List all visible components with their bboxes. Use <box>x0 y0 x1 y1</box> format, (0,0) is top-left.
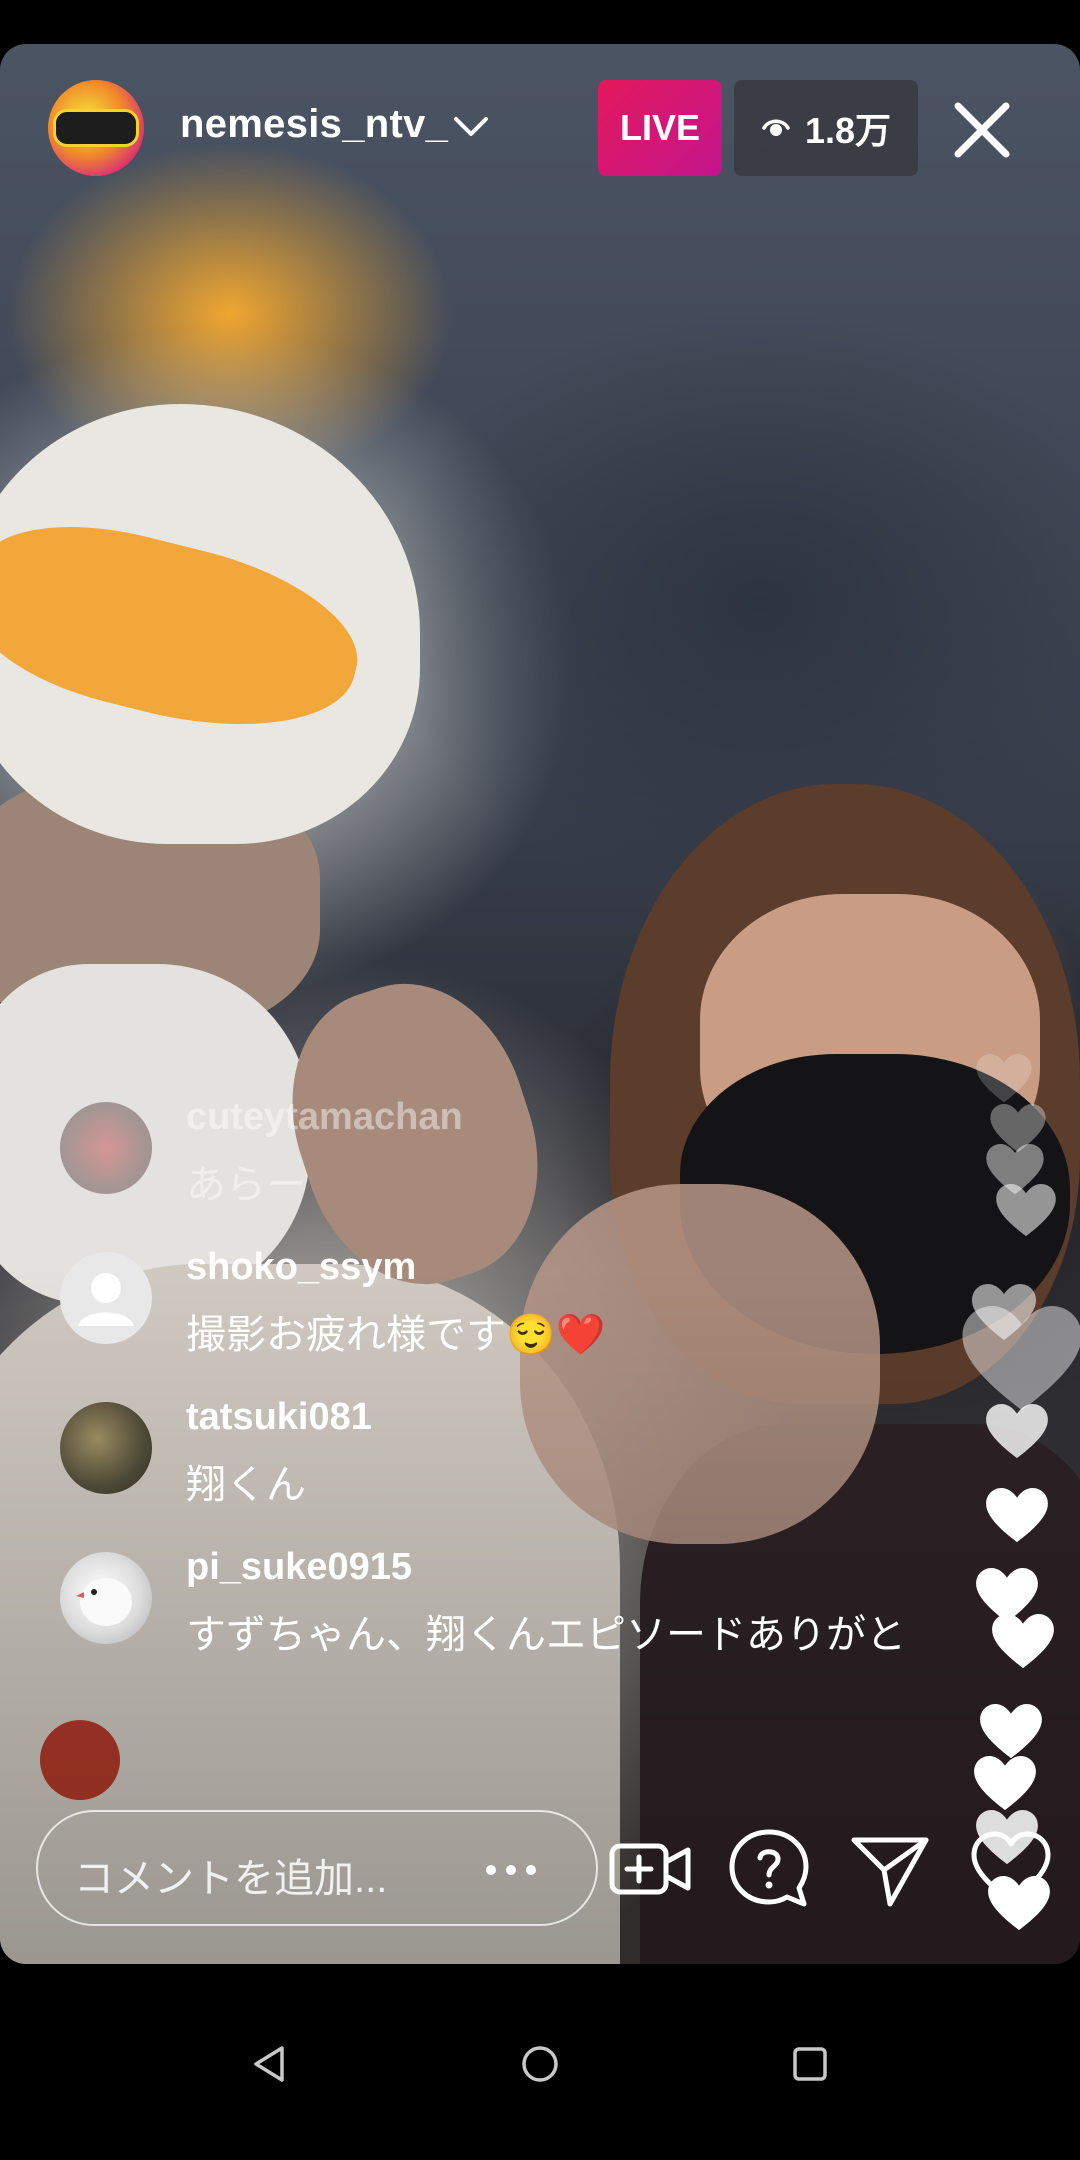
home-circle-icon[interactable] <box>518 2042 562 2086</box>
comment-text: 撮影お疲れ様です😌❤️ <box>186 1313 606 1357</box>
floating-heart-icon <box>962 1306 1080 1411</box>
commenter-avatar[interactable] <box>60 1252 152 1344</box>
floating-heart-icon <box>974 1756 1036 1811</box>
status-bar <box>0 0 1080 44</box>
broadcaster-username[interactable]: nemesis_ntv_ <box>180 102 448 147</box>
comment-text: あらー <box>186 1163 306 1207</box>
viewer-count: 1.8万 <box>804 110 892 151</box>
floating-heart-icon <box>976 1054 1032 1103</box>
commenter-avatar[interactable] <box>60 1102 152 1194</box>
comment-input[interactable]: コメントを追加... <box>36 1810 598 1926</box>
eye-icon <box>762 119 790 136</box>
commenter-username[interactable]: cuteytamachan <box>186 1096 463 1139</box>
send-icon[interactable] <box>844 1824 934 1914</box>
heart-icon[interactable] <box>966 1824 1056 1914</box>
question-icon[interactable] <box>724 1824 814 1914</box>
comment-text: すずちゃん、翔くんエピソードありがと <box>186 1613 906 1657</box>
live-header: nemesis_ntv_ LIVE 1.8万 <box>0 44 1080 214</box>
floating-heart-icon <box>980 1704 1042 1759</box>
add-video-icon[interactable] <box>606 1824 696 1914</box>
back-triangle-icon[interactable] <box>248 2042 292 2086</box>
bird-avatar-icon <box>76 1578 132 1626</box>
floating-heart-icon <box>986 1488 1048 1543</box>
more-options-icon[interactable] <box>466 1840 556 1900</box>
commenter-username[interactable]: shoko_ssym <box>186 1246 416 1289</box>
commenter-username[interactable]: pi_suke0915 <box>186 1546 412 1589</box>
comment-input-placeholder: コメントを追加... <box>74 1857 388 1901</box>
live-video: nemesis_ntv_ LIVE 1.8万 cuteytamachan あらー <box>0 44 1080 1964</box>
close-icon[interactable] <box>952 100 1012 160</box>
live-badge: LIVE <box>598 80 722 176</box>
commenter-username[interactable]: tatsuki081 <box>186 1396 372 1439</box>
commenter-avatar[interactable] <box>60 1552 152 1644</box>
commenter-avatar[interactable] <box>60 1402 152 1494</box>
floating-heart-icon <box>996 1184 1056 1237</box>
broadcaster-logo <box>53 109 139 147</box>
default-avatar-icon <box>78 1273 134 1326</box>
comment-text: 翔くん <box>186 1463 306 1507</box>
recents-square-icon[interactable] <box>788 2042 832 2086</box>
viewer-count-pill[interactable]: 1.8万 <box>734 80 918 176</box>
floating-heart-icon <box>986 1404 1048 1459</box>
system-nav-bar <box>0 1964 1080 2160</box>
chevron-down-icon[interactable] <box>452 114 490 140</box>
broadcaster-avatar[interactable] <box>48 80 144 176</box>
floating-heart-icon <box>992 1614 1054 1669</box>
